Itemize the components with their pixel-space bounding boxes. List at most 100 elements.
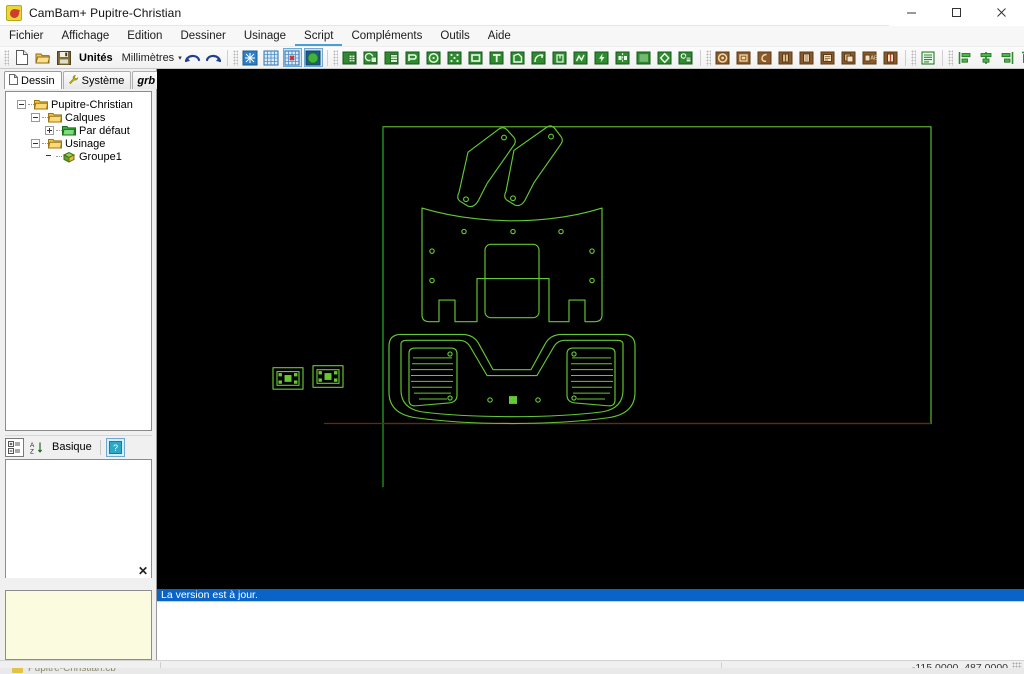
new-file-icon[interactable] (12, 48, 31, 67)
align-right-icon[interactable] (998, 48, 1017, 67)
menu-edition[interactable]: Edition (118, 26, 171, 46)
toolbar-grip-5[interactable] (910, 49, 916, 66)
categorized-view-icon[interactable] (5, 437, 24, 457)
spline-tool-icon[interactable] (572, 48, 591, 67)
toolbar-separator-2 (326, 49, 328, 66)
quick-action-icon[interactable] (593, 48, 612, 67)
toolbar-grip-4[interactable] (705, 49, 711, 66)
tree-node-groupe1[interactable]: Groupe1 (9, 150, 148, 163)
nested-layer-icon[interactable] (383, 48, 402, 67)
machine-setup-icon[interactable] (882, 48, 901, 67)
post-process-icon[interactable] (819, 48, 838, 67)
circle-tool-icon[interactable] (425, 48, 444, 67)
tree-expander-minus[interactable] (17, 100, 26, 109)
arm-left-hole-bottom (463, 196, 469, 203)
wrench-icon (68, 74, 79, 88)
gcode-view-icon[interactable] (919, 48, 938, 67)
circle-layer-icon[interactable] (362, 48, 381, 67)
toolbar-grip[interactable] (4, 49, 9, 66)
menu-aide[interactable]: Aide (479, 26, 520, 46)
save-disk-icon[interactable] (54, 48, 73, 67)
units-value[interactable]: Millimètres (118, 52, 179, 64)
profile-machining-icon[interactable] (714, 48, 733, 67)
grid-snap-icon[interactable] (282, 48, 302, 67)
left-vent-hole-bottom (447, 395, 453, 401)
maximize-icon[interactable] (934, 0, 979, 26)
open-folder-icon[interactable] (33, 48, 52, 67)
round-shape-icon[interactable] (656, 48, 675, 67)
project-tree[interactable]: Pupitre-Christian Calques Par défaut Usi… (5, 91, 152, 431)
tab-grb[interactable]: grb (132, 71, 161, 89)
align-top-icon[interactable] (1019, 48, 1024, 67)
hatch-tool-icon[interactable] (635, 48, 654, 67)
toolbar-grip-6[interactable] (947, 49, 953, 66)
menu-script[interactable]: Script (295, 26, 342, 46)
mirror-tool-icon[interactable] (614, 48, 633, 67)
engrave-machining-icon[interactable] (756, 48, 775, 67)
tree-node-pupitre-christian[interactable]: Pupitre-Christian (9, 98, 148, 111)
pocket-machining-icon[interactable] (735, 48, 754, 67)
tree-expander-plus[interactable] (45, 126, 54, 135)
text-tool-icon[interactable] (488, 48, 507, 67)
menu-outils[interactable]: Outils (431, 26, 478, 46)
folder-icon (48, 112, 62, 123)
taskbar-item-label[interactable]: Pupitre-Christian.cb (28, 668, 116, 674)
copy-toolpath-icon[interactable] (840, 48, 859, 67)
points-tool-icon[interactable] (446, 48, 465, 67)
toolbar-grip-3[interactable] (332, 49, 338, 66)
grid-icon[interactable] (262, 48, 281, 67)
menu-complements[interactable]: Compléments (342, 26, 431, 46)
redo-icon[interactable] (204, 48, 223, 67)
menu-fichier[interactable]: Fichier (0, 26, 53, 46)
close-icon[interactable]: ✕ (137, 565, 149, 578)
window-controls (889, 0, 1024, 26)
toolbar-grip-2[interactable] (232, 49, 238, 66)
menu-affichage[interactable]: Affichage (53, 26, 119, 46)
polyline-icon[interactable] (404, 48, 423, 67)
layer-folder-icon (62, 125, 76, 136)
folder-icon (48, 138, 62, 149)
help-button[interactable]: ? (105, 437, 125, 457)
arc-tool-icon[interactable] (530, 48, 549, 67)
tree-label: Usinage (65, 137, 106, 150)
rectangle-tool-icon[interactable] (467, 48, 486, 67)
property-grid[interactable] (5, 459, 152, 578)
polygon-tool-icon[interactable] (509, 48, 528, 67)
bottom-center-square (509, 396, 517, 404)
insert-layer-icon[interactable] (341, 48, 360, 67)
lower-body-inner (400, 339, 624, 418)
hole-left-lower (429, 277, 435, 284)
cad-drawing-canvas[interactable] (157, 69, 1024, 589)
log-message-row[interactable]: La version est à jour. (157, 589, 1024, 601)
align-left-icon[interactable] (956, 48, 975, 67)
array-tool-icon[interactable] (677, 48, 696, 67)
message-panel[interactable] (5, 590, 152, 660)
nest-toolpath-icon[interactable]: AB (861, 48, 880, 67)
tree-node-calques[interactable]: Calques (9, 111, 148, 124)
drill-machining-icon[interactable] (777, 48, 796, 67)
hole-right-upper (589, 248, 595, 254)
tree-node-usinage[interactable]: Usinage (9, 137, 148, 150)
close-icon[interactable] (979, 0, 1024, 26)
undo-icon[interactable] (183, 48, 202, 67)
shaded-view-icon[interactable] (303, 48, 323, 67)
toolpath-list-icon[interactable] (798, 48, 817, 67)
arm-left-outline (457, 127, 516, 208)
main-body: Dessin Système grb ◄ ► (0, 69, 1024, 660)
tab-dessin[interactable]: Dessin (4, 71, 62, 89)
menu-usinage[interactable]: Usinage (235, 26, 295, 46)
taskbar-item-icon[interactable] (12, 668, 23, 673)
minimize-icon[interactable] (889, 0, 934, 26)
tree-expander-minus[interactable] (31, 113, 40, 122)
log-list[interactable] (157, 601, 1024, 660)
tab-systeme[interactable]: Système (62, 71, 132, 89)
extrude-tool-icon[interactable] (551, 48, 570, 67)
menu-dessiner[interactable]: Dessiner (171, 26, 234, 46)
title-bar: CamBam+ Pupitre-Christian (0, 0, 1024, 26)
tree-expander-minus[interactable] (31, 139, 40, 148)
units-dropdown-caret[interactable]: ▾ (178, 49, 182, 67)
snap-points-icon[interactable] (241, 48, 260, 67)
alphabetical-sort-icon[interactable]: AZ (27, 438, 46, 457)
align-center-horizontal-icon[interactable] (977, 48, 996, 67)
tree-node-par-defaut[interactable]: Par défaut (9, 124, 148, 137)
